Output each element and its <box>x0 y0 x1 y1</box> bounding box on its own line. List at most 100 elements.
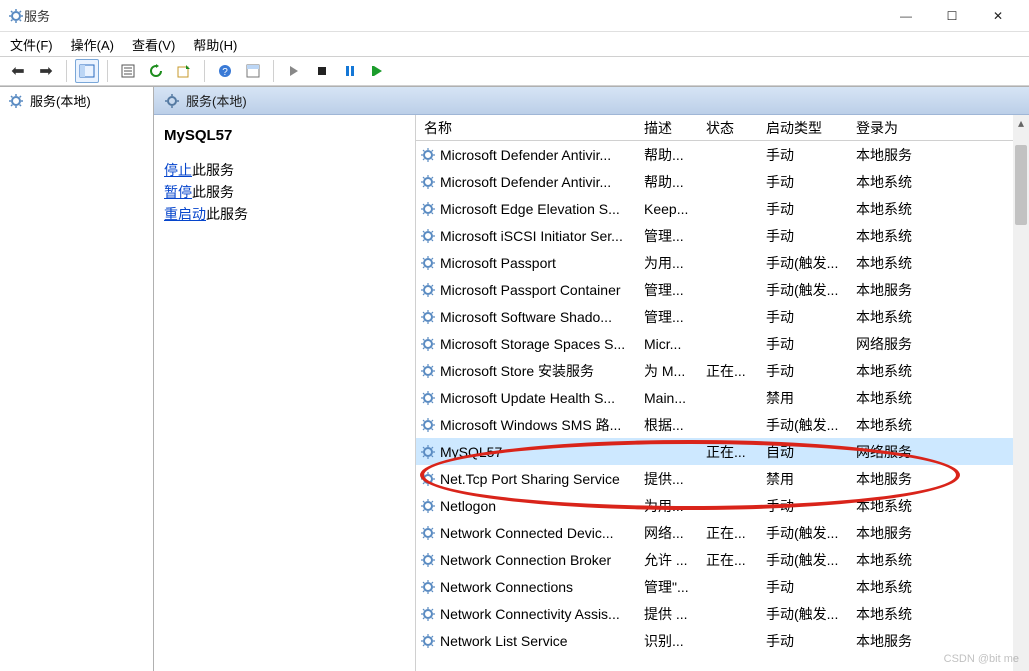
refresh-button[interactable] <box>144 59 168 83</box>
scroll-up-icon[interactable]: ▴ <box>1013 115 1029 131</box>
restart-service-button[interactable] <box>366 59 390 83</box>
pause-link[interactable]: 暂停 <box>164 184 192 200</box>
service-row[interactable]: Microsoft Software Shado...管理... 手动本地系统 <box>416 303 1029 330</box>
cell-startup: 手动 <box>762 361 852 381</box>
service-name-label: Network List Service <box>440 633 568 649</box>
cell-startup: 手动 <box>762 226 852 246</box>
scrollbar[interactable]: ▴ <box>1013 115 1029 671</box>
service-row[interactable]: MySQL57正在...自动网络服务 <box>416 438 1029 465</box>
service-name-cell: Network Connectivity Assis... <box>420 606 640 622</box>
service-name-label: Microsoft Edge Elevation S... <box>440 201 620 217</box>
service-name-label: Network Connected Devic... <box>440 525 614 541</box>
scroll-thumb[interactable] <box>1015 145 1027 225</box>
service-row[interactable]: Microsoft Storage Spaces S...Micr...手动网络… <box>416 330 1029 357</box>
gear-icon <box>420 147 436 163</box>
list-detail-button[interactable] <box>241 59 265 83</box>
titlebar: 服务 — ☐ ✕ <box>0 0 1029 32</box>
pause-service-button[interactable] <box>338 59 362 83</box>
export-button[interactable] <box>172 59 196 83</box>
cell-startup: 禁用 <box>762 469 852 489</box>
col-status[interactable]: 状态 <box>702 118 762 138</box>
service-row[interactable]: Net.Tcp Port Sharing Service提供...禁用本地服务 <box>416 465 1029 492</box>
close-button[interactable]: ✕ <box>975 1 1021 31</box>
service-row[interactable]: Microsoft Defender Antivir...帮助...手动本地服务 <box>416 141 1029 168</box>
col-name[interactable]: 名称 <box>420 118 640 138</box>
cell-logon: 本地服务 <box>852 631 942 651</box>
minimize-button[interactable]: — <box>883 1 929 31</box>
forward-button[interactable]: ➡ <box>34 59 58 83</box>
service-row[interactable]: Microsoft iSCSI Initiator Ser...管理...手动本… <box>416 222 1029 249</box>
back-button[interactable]: ⬅ <box>6 59 30 83</box>
stop-link[interactable]: 停止 <box>164 162 192 178</box>
tree-root-item[interactable]: 服务(本地) <box>0 89 153 112</box>
properties-button[interactable] <box>116 59 140 83</box>
cell-logon: 本地服务 <box>852 280 942 300</box>
service-name-label: MySQL57 <box>440 444 502 460</box>
pause-action: 暂停此服务 <box>164 182 405 202</box>
gear-icon <box>420 390 436 406</box>
service-row[interactable]: Netlogon为用...手动本地系统 <box>416 492 1029 519</box>
show-hide-tree-button[interactable] <box>75 59 99 83</box>
gear-icon <box>8 93 24 109</box>
service-row[interactable]: Network Connections管理"...手动本地系统 <box>416 573 1029 600</box>
service-row[interactable]: Microsoft Passport为用...手动(触发...本地系统 <box>416 249 1029 276</box>
cell-desc: Keep... <box>640 201 702 217</box>
service-name-label: Microsoft Windows SMS 路... <box>440 415 621 435</box>
service-row[interactable]: Microsoft Store 安装服务为 M...正在...手动本地系统 <box>416 357 1029 384</box>
help-button[interactable]: ? <box>213 59 237 83</box>
service-name-cell: Microsoft Software Shado... <box>420 309 640 325</box>
service-name-label: Microsoft Update Health S... <box>440 390 615 406</box>
service-name-cell: Microsoft Windows SMS 路... <box>420 415 640 435</box>
col-logon[interactable]: 登录为 <box>852 118 942 138</box>
cell-startup: 手动 <box>762 496 852 516</box>
service-row[interactable]: Network List Service识别...手动本地服务 <box>416 627 1029 654</box>
service-row[interactable]: Network Connectivity Assis...提供 ...手动(触发… <box>416 600 1029 627</box>
service-name-cell: Microsoft Defender Antivir... <box>420 147 640 163</box>
menu-view[interactable]: 查看(V) <box>132 35 175 54</box>
list-body[interactable]: Microsoft Defender Antivir...帮助...手动本地服务… <box>416 141 1029 671</box>
menu-file[interactable]: 文件(F) <box>10 35 53 54</box>
start-service-button[interactable] <box>282 59 306 83</box>
cell-status: 正在... <box>702 442 762 462</box>
service-name-cell: Network List Service <box>420 633 640 649</box>
gear-icon <box>420 525 436 541</box>
gear-icon <box>420 309 436 325</box>
service-name-cell: Microsoft Update Health S... <box>420 390 640 406</box>
cell-startup: 手动 <box>762 307 852 327</box>
cell-status: 正在... <box>702 523 762 543</box>
stop-service-button[interactable] <box>310 59 334 83</box>
service-row[interactable]: Network Connected Devic...网络...正在...手动(触… <box>416 519 1029 546</box>
cell-startup: 手动(触发... <box>762 253 852 273</box>
service-row[interactable]: Microsoft Passport Container管理...手动(触发..… <box>416 276 1029 303</box>
service-row[interactable]: Microsoft Defender Antivir...帮助...手动本地系统 <box>416 168 1029 195</box>
service-name-label: Microsoft Store 安装服务 <box>440 361 594 381</box>
cell-startup: 手动(触发... <box>762 280 852 300</box>
cell-startup: 手动 <box>762 172 852 192</box>
cell-logon: 本地系统 <box>852 307 942 327</box>
service-name-cell: Microsoft Passport Container <box>420 282 640 298</box>
header-label: 服务(本地) <box>186 91 247 110</box>
toolbar-separator <box>107 60 108 82</box>
cell-desc: 为用... <box>640 253 702 273</box>
list-header: 名称 描述 状态 启动类型 登录为 <box>416 115 1029 141</box>
gear-icon <box>420 552 436 568</box>
detail-pane: MySQL57 停止此服务 暂停此服务 重启动此服务 <box>154 115 416 671</box>
service-row[interactable]: Microsoft Edge Elevation S...Keep...手动本地… <box>416 195 1029 222</box>
cell-logon: 本地系统 <box>852 388 942 408</box>
service-name-cell: Microsoft Edge Elevation S... <box>420 201 640 217</box>
tree-pane: 服务(本地) <box>0 86 154 671</box>
service-name-label: Microsoft Defender Antivir... <box>440 174 611 190</box>
cell-startup: 手动(触发... <box>762 523 852 543</box>
menu-action[interactable]: 操作(A) <box>71 35 114 54</box>
service-row[interactable]: Microsoft Windows SMS 路...根据...手动(触发...本… <box>416 411 1029 438</box>
col-startup[interactable]: 启动类型 <box>762 118 852 138</box>
stop-suffix: 此服务 <box>192 162 234 178</box>
restart-link[interactable]: 重启动 <box>164 206 206 222</box>
service-row[interactable]: Network Connection Broker允许 ...正在...手动(触… <box>416 546 1029 573</box>
col-description[interactable]: 描述 <box>640 118 702 138</box>
service-row[interactable]: Microsoft Update Health S...Main...禁用本地系… <box>416 384 1029 411</box>
cell-desc: 管理... <box>640 307 702 327</box>
menu-help[interactable]: 帮助(H) <box>193 35 237 54</box>
maximize-button[interactable]: ☐ <box>929 1 975 31</box>
service-name-cell: Microsoft Passport <box>420 255 640 271</box>
